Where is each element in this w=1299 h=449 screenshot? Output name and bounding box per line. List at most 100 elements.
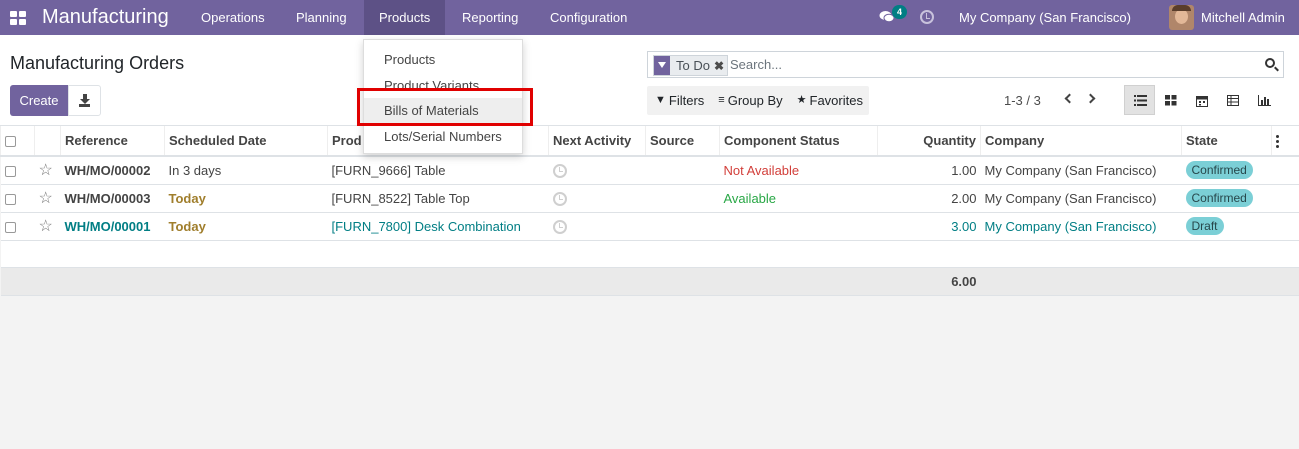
orders-table: Reference Scheduled Date Prod Next Activ… xyxy=(0,126,1299,296)
apps-menu-icon[interactable] xyxy=(10,11,26,25)
table-row[interactable]: ☆ WH/MO/00001 Today [FURN_7800] Desk Com… xyxy=(0,212,1299,241)
kebab-icon xyxy=(1276,134,1279,149)
create-button[interactable]: Create xyxy=(10,85,68,116)
cell-state: Confirmed xyxy=(1181,156,1272,185)
status-badge: Draft xyxy=(1185,217,1224,235)
company-switcher[interactable]: My Company (San Francisco) xyxy=(959,0,1131,35)
highlight-annotation-box xyxy=(357,88,533,126)
pivot-icon xyxy=(1227,95,1239,106)
column-quantity[interactable]: Quantity xyxy=(877,126,981,157)
table-row[interactable]: ☆ WH/MO/00002 In 3 days [FURN_9666] Tabl… xyxy=(0,156,1299,185)
dropdown-item-lots-serial-numbers[interactable]: Lots/Serial Numbers xyxy=(364,124,522,149)
cell-product: [FURN_8522] Table Top xyxy=(327,184,549,213)
activity-clock-icon[interactable] xyxy=(548,212,646,241)
priority-star-icon[interactable]: ☆ xyxy=(34,212,61,241)
cell-component-status xyxy=(719,212,878,241)
cell-source xyxy=(645,184,720,213)
search-bar: To Do ✖ xyxy=(647,51,1284,78)
menu-planning[interactable]: Planning xyxy=(281,0,362,35)
graph-view-button[interactable] xyxy=(1248,85,1279,115)
cell-reference: WH/MO/00003 xyxy=(60,184,165,213)
row-checkbox[interactable] xyxy=(0,212,35,241)
column-company[interactable]: Company xyxy=(980,126,1182,157)
pager-next-button[interactable] xyxy=(1084,87,1102,111)
cell-state: Confirmed xyxy=(1181,184,1272,213)
star-icon: ★ xyxy=(796,94,807,106)
groupby-button[interactable]: ≡ Group By xyxy=(710,86,788,115)
column-state[interactable]: State xyxy=(1181,126,1272,157)
chevron-left-icon xyxy=(1064,93,1075,104)
download-icon xyxy=(79,104,90,107)
search-options: ▼ Filters ≡ Group By ★ Favorites xyxy=(647,86,869,115)
cell-company: My Company (San Francisco) xyxy=(980,156,1182,185)
user-menu[interactable]: Mitchell Admin xyxy=(1201,0,1285,35)
column-next-activity[interactable]: Next Activity xyxy=(548,126,646,157)
filters-button[interactable]: ▼ Filters xyxy=(647,86,710,115)
view-switcher xyxy=(1124,85,1279,115)
column-source[interactable]: Source xyxy=(645,126,720,157)
activity-clock-icon[interactable] xyxy=(548,184,646,213)
cell-quantity: 1.00 xyxy=(877,156,981,185)
dropdown-item-products[interactable]: Products xyxy=(364,47,522,72)
funnel-icon: ▼ xyxy=(655,94,666,106)
filters-label: Filters xyxy=(668,93,705,108)
avatar[interactable] xyxy=(1169,5,1194,30)
row-checkbox[interactable] xyxy=(0,184,35,213)
optional-columns-toggle[interactable] xyxy=(1271,126,1299,157)
empty-cell xyxy=(1271,212,1299,241)
row-checkbox[interactable] xyxy=(0,156,35,185)
cell-company: My Company (San Francisco) xyxy=(980,212,1182,241)
priority-star-icon[interactable]: ☆ xyxy=(34,156,61,185)
kanban-icon xyxy=(1165,95,1177,106)
kanban-view-button[interactable] xyxy=(1155,85,1186,115)
list-icon xyxy=(1134,95,1147,106)
cell-product: [FURN_9666] Table xyxy=(327,156,549,185)
calendar-icon xyxy=(1196,96,1208,107)
priority-column xyxy=(34,126,61,157)
list-view-button[interactable] xyxy=(1124,85,1155,115)
empty-cell xyxy=(1271,184,1299,213)
message-count-badge: 4 xyxy=(892,5,907,19)
facet-label: To Do xyxy=(676,58,710,73)
select-all-checkbox[interactable] xyxy=(0,126,35,157)
table-header: Reference Scheduled Date Prod Next Activ… xyxy=(0,126,1299,157)
filter-icon xyxy=(654,56,670,75)
menu-operations[interactable]: Operations xyxy=(186,0,280,35)
cell-component-status: Available xyxy=(719,184,878,213)
menu-configuration[interactable]: Configuration xyxy=(535,0,642,35)
bars-icon: ≡ xyxy=(718,94,725,106)
cell-scheduled-date: In 3 days xyxy=(164,156,328,185)
empty-cell xyxy=(1271,156,1299,185)
calendar-view-button[interactable] xyxy=(1186,85,1217,115)
column-reference[interactable]: Reference xyxy=(60,126,165,157)
column-scheduled-date[interactable]: Scheduled Date xyxy=(164,126,328,157)
column-component-status[interactable]: Component Status xyxy=(719,126,878,157)
status-badge: Confirmed xyxy=(1185,189,1253,207)
search-input[interactable] xyxy=(730,55,1260,74)
activity-clock-icon[interactable] xyxy=(548,156,646,185)
menu-reporting[interactable]: Reporting xyxy=(447,0,533,35)
search-facet: To Do ✖ xyxy=(653,55,729,76)
control-panel: Manufacturing Orders Create To Do ✖ ▼Fil… xyxy=(0,35,1299,126)
page-title: Manufacturing Orders xyxy=(10,53,185,73)
cell-quantity: 3.00 xyxy=(877,212,981,241)
table-row[interactable]: ☆ WH/MO/00003 Today [FURN_8522] Table To… xyxy=(0,184,1299,213)
cell-reference: WH/MO/00001 xyxy=(60,212,165,241)
total-quantity: 6.00 xyxy=(877,266,981,296)
remove-facet-icon[interactable]: ✖ xyxy=(714,59,727,73)
pager-previous-button[interactable] xyxy=(1058,87,1076,111)
empty-cell xyxy=(0,266,878,296)
menu-products[interactable]: Products xyxy=(364,0,446,35)
download-button[interactable] xyxy=(68,85,101,116)
activity-clock-icon[interactable] xyxy=(920,10,934,24)
search-icon[interactable] xyxy=(1265,58,1275,68)
priority-star-icon[interactable]: ☆ xyxy=(34,184,61,213)
favorites-button[interactable]: ★ Favorites xyxy=(789,86,869,115)
empty-row xyxy=(0,240,1299,267)
favorites-label: Favorites xyxy=(809,93,863,108)
cell-quantity: 2.00 xyxy=(877,184,981,213)
app-brand[interactable]: Manufacturing xyxy=(42,6,169,29)
empty-cell xyxy=(0,240,1299,267)
pager-value[interactable]: 1-3 / 3 xyxy=(1004,93,1041,108)
pivot-view-button[interactable] xyxy=(1217,85,1248,115)
